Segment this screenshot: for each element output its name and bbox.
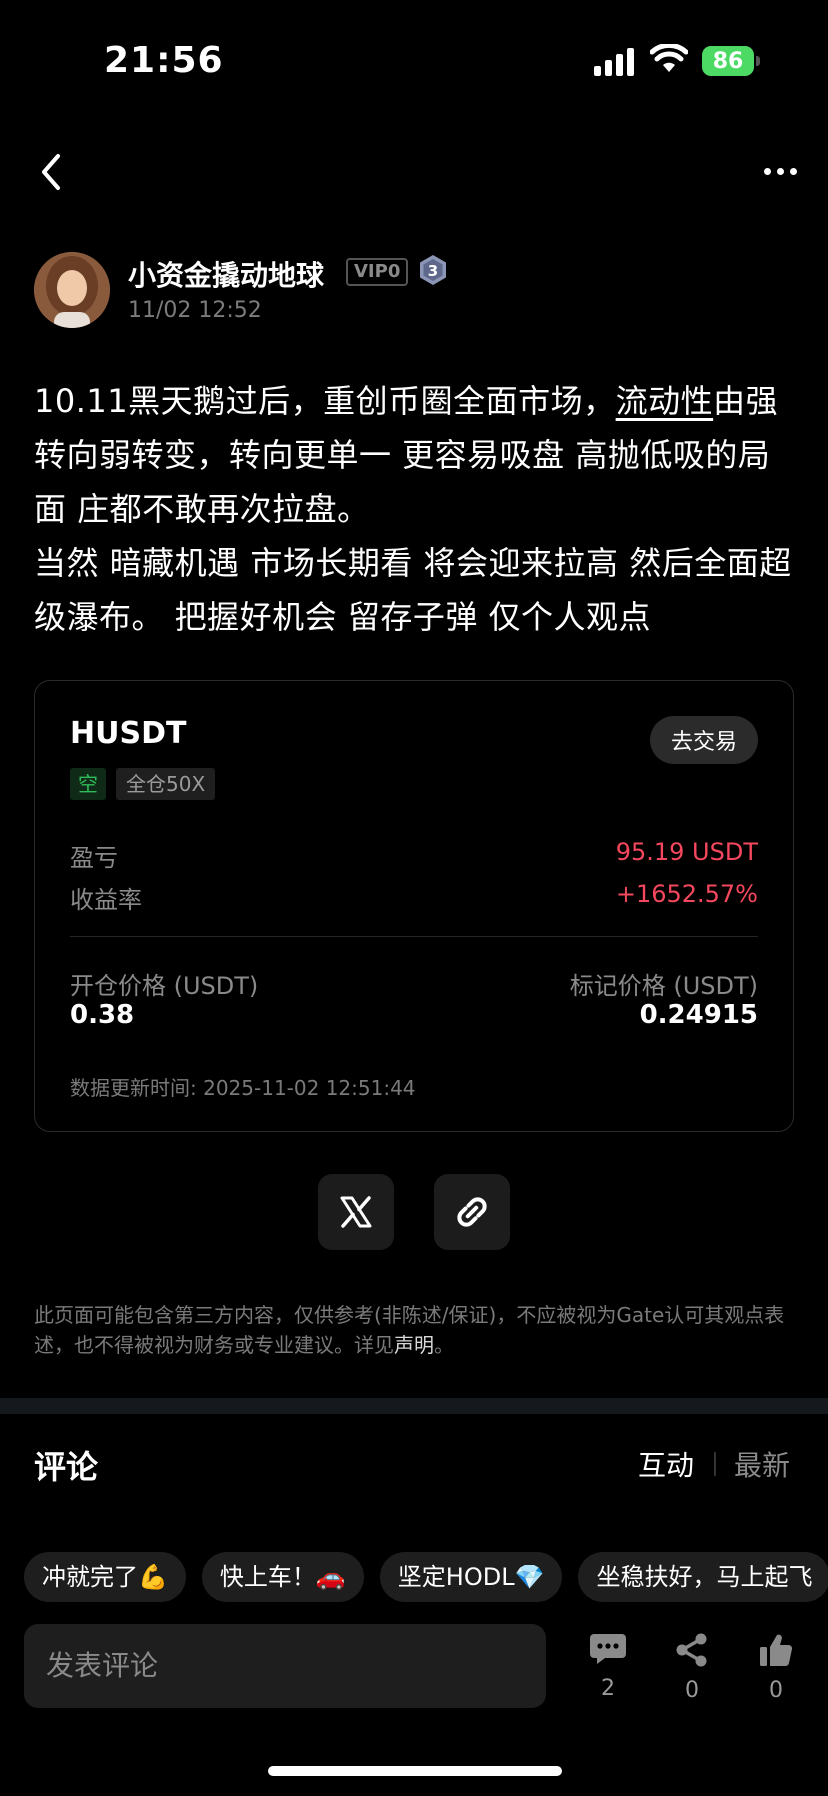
more-dot xyxy=(790,168,797,175)
battery-indicator: 86 xyxy=(702,46,754,76)
level-badge-icon: 3 xyxy=(420,255,446,285)
more-options-icon[interactable] xyxy=(764,168,797,175)
roi-label: 收益率 xyxy=(70,886,142,914)
post-body: 10.11黑天鹅过后，重创币圈全面市场，流动性由强转向弱转变，转向更单一 更容易… xyxy=(34,374,794,644)
share-x-button[interactable] xyxy=(318,1174,394,1250)
signal-icon xyxy=(594,48,634,76)
disclaimer-end: 。 xyxy=(434,1333,454,1357)
thumbs-up-icon xyxy=(760,1634,793,1667)
side-tag: 空 xyxy=(70,768,106,800)
comment-count: 2 xyxy=(601,1676,615,1701)
quick-reply-chip[interactable]: 冲就完了💪 xyxy=(24,1552,186,1602)
quick-reply-chips: 冲就完了💪 快上车！🚗 坚定HODL💎 坐稳扶好，马上起飞 xyxy=(24,1552,828,1602)
like-count: 0 xyxy=(769,1678,783,1703)
share-icon xyxy=(676,1633,707,1667)
update-label: 数据更新时间: xyxy=(70,1076,197,1100)
position-symbol: HUSDT xyxy=(70,716,187,751)
quick-reply-chip[interactable]: 坐稳扶好，马上起飞 xyxy=(578,1552,828,1602)
link-icon xyxy=(457,1197,487,1227)
battery-level: 86 xyxy=(712,48,744,74)
disclaimer: 此页面可能包含第三方内容，仅供参考(非陈述/保证)，不应被视为Gate认可其观点… xyxy=(34,1300,796,1360)
comment-icon xyxy=(590,1634,626,1664)
share-count-button[interactable]: 0 xyxy=(662,1632,722,1703)
avatar[interactable] xyxy=(34,252,110,328)
leverage-tag: 全仓50X xyxy=(116,768,216,800)
wifi-icon xyxy=(650,44,688,72)
back-icon[interactable] xyxy=(38,152,64,192)
more-dot xyxy=(777,168,784,175)
mark-price-label: 标记价格 (USDT) xyxy=(569,972,758,1000)
comment-count-button[interactable]: 2 xyxy=(578,1632,638,1701)
comments-title: 评论 xyxy=(34,1448,99,1486)
home-indicator[interactable] xyxy=(268,1766,562,1776)
pnl-label: 盈亏 xyxy=(70,844,118,872)
avatar-image xyxy=(34,252,110,328)
open-price-value: 0.38 xyxy=(70,1000,135,1030)
x-logo-icon xyxy=(340,1196,372,1228)
pnl-value: 95.19 USDT xyxy=(615,838,758,866)
share-count: 0 xyxy=(685,1678,699,1703)
like-button[interactable]: 0 xyxy=(746,1632,806,1703)
sort-separator xyxy=(714,1452,716,1476)
open-price-label: 开仓价格 (USDT) xyxy=(70,972,259,1000)
go-trade-button[interactable]: 去交易 xyxy=(650,716,758,764)
level-number: 3 xyxy=(428,262,438,280)
hashtag-link[interactable]: 流动性 xyxy=(616,382,714,420)
sort-latest-tab[interactable]: 最新 xyxy=(734,1444,790,1484)
post-text-part: 10.11黑天鹅过后，重创币圈全面市场， xyxy=(34,382,616,420)
sort-interactive-tab[interactable]: 互动 xyxy=(638,1444,694,1484)
quick-reply-chip[interactable]: 坚定HODL💎 xyxy=(379,1552,563,1602)
battery-cap xyxy=(756,56,760,66)
card-divider xyxy=(70,936,758,937)
more-dot xyxy=(764,168,771,175)
vip-badge: VIP0 xyxy=(346,258,409,286)
statement-link[interactable]: 声明 xyxy=(394,1333,434,1357)
quick-reply-chip[interactable]: 快上车！🚗 xyxy=(201,1552,364,1602)
roi-value: +1652.57% xyxy=(615,880,758,908)
post-text-part: 当然 暗藏机遇 市场长期看 将会迎来拉高 然后全面超级瀑布。 把握好机会 留存子… xyxy=(34,544,792,636)
copy-link-button[interactable] xyxy=(434,1174,510,1250)
update-time: 2025-11-02 12:51:44 xyxy=(203,1076,416,1100)
author-name[interactable]: 小资金撬动地球 xyxy=(128,254,324,294)
section-divider xyxy=(0,1398,828,1414)
status-time: 21:56 xyxy=(104,40,224,81)
data-update-time: 数据更新时间: 2025-11-02 12:51:44 xyxy=(70,1072,416,1101)
post-time: 11/02 12:52 xyxy=(128,298,262,323)
comment-input[interactable]: 发表评论 xyxy=(24,1624,546,1708)
mark-price-value: 0.24915 xyxy=(639,1000,758,1030)
